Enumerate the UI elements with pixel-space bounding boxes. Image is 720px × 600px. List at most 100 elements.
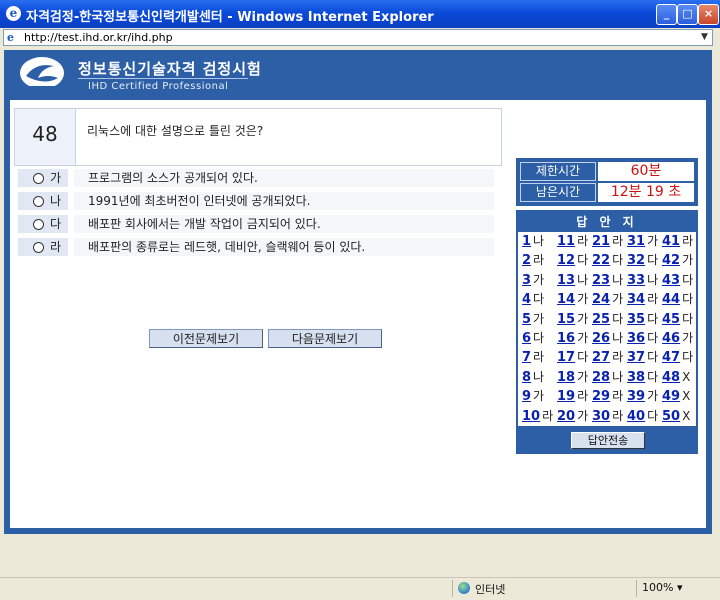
answer-cell[interactable]: 35 다 <box>627 310 658 329</box>
address-url[interactable]: http://test.ihd.or.kr/ihd.php <box>24 31 173 44</box>
submit-answers-button[interactable]: 답안전송 <box>571 432 645 449</box>
answer-cell[interactable]: 8나 <box>522 368 544 387</box>
answer-cell[interactable]: 2라 <box>522 251 544 270</box>
answer-question-link[interactable]: 16 <box>557 331 575 346</box>
close-button[interactable]: × <box>698 4 719 25</box>
option-label[interactable]: 라 <box>18 238 68 256</box>
answer-cell[interactable]: 30 라 <box>592 407 623 426</box>
answer-question-link[interactable]: 24 <box>592 292 610 307</box>
answer-question-link[interactable]: 30 <box>592 409 610 424</box>
answer-cell[interactable]: 31 가 <box>627 232 658 251</box>
answer-question-link[interactable]: 4 <box>522 292 531 307</box>
minimize-button[interactable]: _ <box>656 4 677 25</box>
answer-cell[interactable]: 1나 <box>522 232 544 251</box>
answer-cell[interactable]: 14 가 <box>557 290 588 309</box>
answer-cell[interactable]: 25 다 <box>592 310 623 329</box>
answer-cell[interactable]: 39 가 <box>627 387 658 406</box>
answer-question-link[interactable]: 19 <box>557 389 575 404</box>
answer-cell[interactable]: 6다 <box>522 329 544 348</box>
option-row[interactable]: 다 배포판 회사에서는 개발 작업이 금지되어 있다. <box>18 215 494 233</box>
answer-question-link[interactable]: 46 <box>662 331 680 346</box>
answer-question-link[interactable]: 36 <box>627 331 645 346</box>
answer-question-link[interactable]: 25 <box>592 312 610 327</box>
answer-cell[interactable]: 23 나 <box>592 271 623 290</box>
answer-question-link[interactable]: 43 <box>662 273 680 288</box>
answer-cell[interactable]: 24 가 <box>592 290 623 309</box>
option-label[interactable]: 다 <box>18 215 68 233</box>
answer-cell[interactable]: 26 나 <box>592 329 623 348</box>
option-row[interactable]: 라 배포판의 종류로는 레드햇, 데비안, 슬랙웨어 등이 있다. <box>18 238 494 256</box>
answer-question-link[interactable]: 1 <box>522 234 531 249</box>
zoom-level[interactable]: 100% ▾ <box>642 581 682 594</box>
answer-question-link[interactable]: 49 <box>662 389 680 404</box>
answer-cell[interactable]: 18 가 <box>557 368 588 387</box>
answer-question-link[interactable]: 6 <box>522 331 531 346</box>
answer-question-link[interactable]: 14 <box>557 292 575 307</box>
answer-cell[interactable]: 48 X <box>662 368 690 387</box>
answer-question-link[interactable]: 38 <box>627 370 645 385</box>
answer-cell[interactable]: 28 나 <box>592 368 623 387</box>
window-title-bar[interactable]: e 자격검정-한국정보통신인력개발센터 - Windows Internet E… <box>0 0 720 28</box>
answer-question-link[interactable]: 18 <box>557 370 575 385</box>
answer-cell[interactable]: 21 라 <box>592 232 623 251</box>
answer-cell[interactable]: 12 다 <box>557 251 588 270</box>
answer-question-link[interactable]: 26 <box>592 331 610 346</box>
answer-question-link[interactable]: 23 <box>592 273 610 288</box>
radio-button[interactable] <box>33 196 44 207</box>
answer-cell[interactable]: 16 가 <box>557 329 588 348</box>
answer-cell[interactable]: 11 라 <box>557 232 588 251</box>
answer-cell[interactable]: 20 가 <box>557 407 588 426</box>
answer-question-link[interactable]: 20 <box>557 409 575 424</box>
answer-cell[interactable]: 5가 <box>522 310 544 329</box>
answer-question-link[interactable]: 35 <box>627 312 645 327</box>
answer-question-link[interactable]: 45 <box>662 312 680 327</box>
answer-question-link[interactable]: 28 <box>592 370 610 385</box>
answer-cell[interactable]: 32 다 <box>627 251 658 270</box>
radio-button[interactable] <box>33 173 44 184</box>
option-row[interactable]: 가 프로그램의 소스가 공개되어 있다. <box>18 169 494 187</box>
answer-question-link[interactable]: 47 <box>662 350 680 365</box>
answer-cell[interactable]: 13 나 <box>557 271 588 290</box>
answer-question-link[interactable]: 17 <box>557 350 575 365</box>
answer-cell[interactable]: 4다 <box>522 290 544 309</box>
answer-question-link[interactable]: 48 <box>662 370 680 385</box>
zoom-dropdown-icon[interactable]: ▾ <box>677 581 683 594</box>
address-field[interactable]: e http://test.ihd.or.kr/ihd.php ▼ <box>3 29 713 46</box>
answer-cell[interactable]: 42 가 <box>662 251 693 270</box>
answer-cell[interactable]: 49 X <box>662 387 690 406</box>
answer-question-link[interactable]: 5 <box>522 312 531 327</box>
prev-question-button[interactable]: 이전문제보기 <box>149 329 263 348</box>
answer-cell[interactable]: 44 다 <box>662 290 693 309</box>
answer-question-link[interactable]: 50 <box>662 409 680 424</box>
answer-cell[interactable]: 37 다 <box>627 348 658 367</box>
answer-question-link[interactable]: 15 <box>557 312 575 327</box>
answer-question-link[interactable]: 8 <box>522 370 531 385</box>
answer-question-link[interactable]: 21 <box>592 234 610 249</box>
answer-question-link[interactable]: 13 <box>557 273 575 288</box>
answer-cell[interactable]: 45 다 <box>662 310 693 329</box>
answer-cell[interactable]: 36 다 <box>627 329 658 348</box>
answer-cell[interactable]: 17 다 <box>557 348 588 367</box>
answer-cell[interactable]: 3가 <box>522 271 544 290</box>
answer-cell[interactable]: 46 가 <box>662 329 693 348</box>
answer-question-link[interactable]: 29 <box>592 389 610 404</box>
answer-cell[interactable]: 34 라 <box>627 290 658 309</box>
answer-cell[interactable]: 41 라 <box>662 232 693 251</box>
option-label[interactable]: 가 <box>18 169 68 187</box>
answer-cell[interactable]: 33 나 <box>627 271 658 290</box>
answer-cell[interactable]: 47 다 <box>662 348 693 367</box>
answer-question-link[interactable]: 33 <box>627 273 645 288</box>
answer-question-link[interactable]: 44 <box>662 292 680 307</box>
answer-cell[interactable]: 40 다 <box>627 407 658 426</box>
answer-question-link[interactable]: 32 <box>627 253 645 268</box>
radio-button[interactable] <box>33 242 44 253</box>
answer-question-link[interactable]: 12 <box>557 253 575 268</box>
answer-question-link[interactable]: 3 <box>522 273 531 288</box>
answer-question-link[interactable]: 31 <box>627 234 645 249</box>
answer-cell[interactable]: 38 다 <box>627 368 658 387</box>
answer-question-link[interactable]: 9 <box>522 389 531 404</box>
maximize-button[interactable]: □ <box>677 4 698 25</box>
answer-cell[interactable]: 43 다 <box>662 271 693 290</box>
next-question-button[interactable]: 다음문제보기 <box>268 329 382 348</box>
answer-question-link[interactable]: 37 <box>627 350 645 365</box>
